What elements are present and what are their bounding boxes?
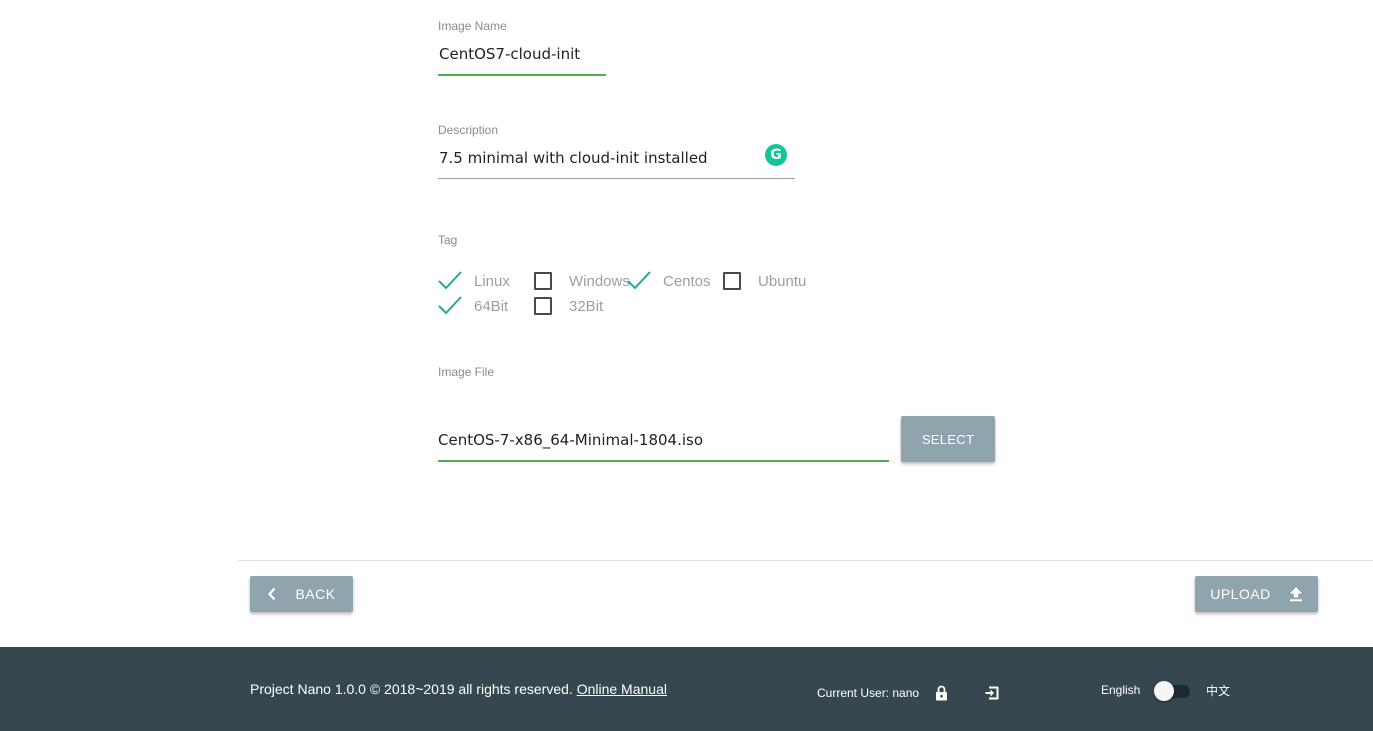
upload-button[interactable]: UPLOAD	[1195, 576, 1318, 612]
checkbox-icon	[534, 272, 552, 290]
footer: Project Nano 1.0.0 © 2018~2019 all right…	[0, 647, 1373, 731]
select-file-button[interactable]: SELECT	[901, 416, 995, 462]
checkbox-icon	[534, 297, 552, 315]
tag-option-label: Ubuntu	[758, 272, 807, 290]
tag-option-32bit[interactable]: 32Bit	[534, 295, 603, 317]
tag-option-ubuntu[interactable]: Ubuntu	[723, 270, 806, 292]
back-button-label: BACK	[295, 586, 336, 602]
chevron-left-icon	[268, 587, 276, 601]
copyright-label: Project Nano 1.0.0 © 2018~2019 all right…	[250, 681, 573, 697]
image-file-label: Image File	[438, 365, 495, 379]
description-underline	[438, 178, 795, 179]
image-name-label: Image Name	[438, 19, 507, 33]
lock-icon[interactable]	[935, 685, 948, 701]
current-user: Current User: nano	[817, 686, 920, 700]
online-manual-link[interactable]: Online Manual	[577, 681, 667, 697]
tag-option-label: 64Bit	[474, 297, 509, 315]
actions-divider	[238, 560, 1373, 561]
upload-button-label: UPLOAD	[1210, 586, 1271, 602]
description-input[interactable]	[438, 146, 758, 170]
language-chinese-label: 中文	[1206, 684, 1231, 698]
language-toggle-thumb	[1154, 681, 1174, 701]
checkbox-icon	[723, 272, 741, 290]
tag-option-64bit[interactable]: 64Bit	[438, 295, 508, 317]
back-button[interactable]: BACK	[250, 576, 353, 612]
check-icon	[627, 271, 651, 290]
grammarly-icon[interactable]: G	[765, 144, 787, 166]
check-icon	[438, 271, 462, 290]
check-icon	[438, 296, 462, 315]
logout-icon[interactable]	[984, 685, 1000, 701]
description-label: Description	[438, 123, 499, 137]
tag-label: Tag	[438, 233, 458, 247]
tag-option-centos[interactable]: Centos	[627, 270, 711, 292]
tag-option-label: 32Bit	[569, 297, 604, 315]
language-english-label: English	[1101, 683, 1141, 697]
image-file-input[interactable]	[437, 428, 877, 452]
tag-option-linux[interactable]: Linux	[438, 270, 510, 292]
image-file-underline	[438, 460, 889, 462]
tag-option-label: Windows	[569, 272, 630, 290]
upload-icon	[1289, 587, 1302, 602]
tag-option-label: Linux	[474, 272, 510, 290]
tag-option-label: Centos	[663, 272, 711, 290]
upload-image-page: Image Name Description G Tag Linux Windo…	[0, 0, 1373, 731]
copyright-text: Project Nano 1.0.0 © 2018~2019 all right…	[250, 681, 667, 697]
image-name-underline	[438, 74, 606, 76]
tag-option-windows[interactable]: Windows	[534, 270, 630, 292]
image-name-input[interactable]	[438, 42, 606, 66]
language-toggle[interactable]	[1154, 681, 1192, 701]
